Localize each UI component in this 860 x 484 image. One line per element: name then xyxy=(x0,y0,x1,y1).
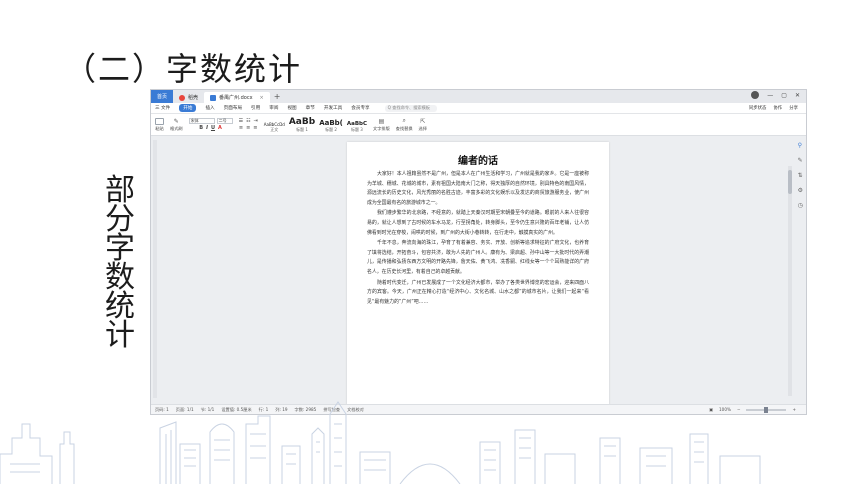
document-workspace: 编者的话 大家好！本人祖籍虽然不是广州，但是本人在广州生活和学习，广州就是我的家… xyxy=(151,136,806,405)
indent-icon[interactable]: ⇥ xyxy=(254,118,258,124)
word-doc-icon xyxy=(210,94,217,101)
text-layout-icon: ▤ xyxy=(378,117,385,125)
menu-member[interactable]: 会员专享 xyxy=(351,105,369,111)
menu-bar: 三 文件 开始 插入 页面布局 引用 审阅 视图 章节 开发工具 会员专享 Q … xyxy=(151,103,806,114)
city-skyline-decoration xyxy=(0,401,761,484)
document-title: 编者的话 xyxy=(458,156,498,167)
find-replace-button[interactable]: ⌕ 查找替换 xyxy=(396,117,413,132)
paragraph: 千年不息，奔流向海的珠江，孕育了有着兼容、务实、开放、创新等追求特征的广府文化，… xyxy=(367,240,589,275)
vertical-char: 分 xyxy=(105,202,135,237)
scroll-thumb[interactable] xyxy=(788,170,792,194)
font-color-icon[interactable]: A xyxy=(218,125,222,131)
close-icon[interactable]: × xyxy=(260,95,264,101)
avatar[interactable] xyxy=(751,91,760,99)
close-window-icon[interactable]: ✕ xyxy=(795,92,800,99)
menu-section[interactable]: 章节 xyxy=(306,105,315,111)
menu-review[interactable]: 审阅 xyxy=(269,105,278,111)
settings-icon[interactable]: ⚙ xyxy=(798,187,803,194)
paragraph: 随着时代变迁，广州已发展成了一个文化经济大都市，举办了各类世界博览的宏运会，迎来… xyxy=(367,279,589,305)
tab-home[interactable]: 首页 xyxy=(151,90,173,103)
vertical-char: 数 xyxy=(105,260,135,295)
docer-icon xyxy=(179,94,185,101)
vertical-char: 字 xyxy=(105,231,135,266)
menu-view[interactable]: 视图 xyxy=(287,105,296,111)
share-button[interactable]: 分享 xyxy=(789,105,798,111)
styles-gallery: AaBbCcDd 正文 AaBb 标题 1 AaBb( 标题 2 AaBbC 标… xyxy=(264,117,367,133)
tab-docer[interactable]: 稻壳 xyxy=(173,92,204,103)
location-icon[interactable]: ⚲ xyxy=(798,142,803,149)
command-search-input[interactable]: Q 查找命令、搜索模板 xyxy=(384,104,437,112)
paste-label: 粘贴 xyxy=(155,125,164,131)
tab-label: 稻壳 xyxy=(188,95,199,101)
menu-file[interactable]: 三 文件 xyxy=(155,105,170,111)
menu-developer[interactable]: 开发工具 xyxy=(324,105,342,111)
font-size-select[interactable]: 二号 xyxy=(216,118,233,124)
numbered-list-icon[interactable]: ☷ xyxy=(246,118,250,124)
vertical-ruler xyxy=(153,140,157,398)
search-icon: ⌕ xyxy=(402,117,406,124)
paragraph-group: ☰ ☷ ⇥ ≡ ≡ ≡ xyxy=(239,118,258,131)
align-center-icon[interactable]: ≡ xyxy=(246,125,250,131)
style-heading-2[interactable]: AaBb( 标题 2 xyxy=(319,119,343,133)
bullet-list-icon[interactable]: ☰ xyxy=(239,118,243,124)
cursor-icon: ⇱ xyxy=(420,117,426,125)
vertical-char: 计 xyxy=(105,318,135,353)
collaborate-button[interactable]: 协作 xyxy=(773,105,782,111)
menu-references[interactable]: 引用 xyxy=(251,105,260,111)
ribbon-toolbar: 粘贴 ✎ 格式刷 宋体 二号 B I U A ☰ ☷ ⇥ ≡ ≡ ≡ AaBbC… xyxy=(151,114,806,136)
paragraph: 我们遵步繁华的北京路，不经意的，就踏上天秦汉时期至宋朝叠至今的道路。眼前的人来人… xyxy=(367,210,589,236)
font-group: 宋体 二号 B I U A xyxy=(188,118,233,131)
text-tools-label: 文字排版 xyxy=(373,125,390,131)
menu-right: 同步状态 协作 分享 xyxy=(749,105,798,111)
italic-icon[interactable]: I xyxy=(206,125,208,131)
adjust-icon[interactable]: ⇅ xyxy=(798,172,803,179)
tab-label: 番禺广州.docx xyxy=(219,95,253,101)
menu-insert[interactable]: 插入 xyxy=(205,105,214,111)
clock-icon[interactable]: ◷ xyxy=(798,202,803,209)
vertical-char: 统 xyxy=(105,289,135,324)
select-label: 选择 xyxy=(418,125,427,131)
format-painter-button[interactable]: ✎ 格式刷 xyxy=(170,118,183,132)
style-normal[interactable]: AaBbCcDd 正文 xyxy=(264,122,285,133)
underline-icon[interactable]: U xyxy=(211,125,215,131)
menu-home[interactable]: 开始 xyxy=(179,104,197,112)
vertical-char: 部 xyxy=(105,173,135,208)
sync-status-button[interactable]: 同步状态 xyxy=(749,105,767,111)
bold-icon[interactable]: B xyxy=(199,125,203,131)
clipboard-icon xyxy=(155,117,164,125)
find-replace-label: 查找替换 xyxy=(395,126,413,131)
style-heading-1[interactable]: AaBb 标题 1 xyxy=(289,117,315,133)
vertical-scrollbar[interactable] xyxy=(788,166,792,396)
window-controls: — ▢ ✕ xyxy=(751,91,800,99)
document-page[interactable]: 编者的话 大家好！本人祖籍虽然不是广州，但是本人在广州生活和学习，广州就是我的家… xyxy=(347,142,609,405)
paragraph: 大家好！本人祖籍虽然不是广州，但是本人在广州生活和学习，广州就是我的家乡。它是一… xyxy=(367,171,589,206)
vertical-label: 部 分 字 数 统 计 xyxy=(102,173,138,353)
align-left-icon[interactable]: ≡ xyxy=(239,125,243,131)
slide-title: （二）字数统计 xyxy=(64,50,303,88)
minimize-icon[interactable]: — xyxy=(767,92,773,99)
maximize-icon[interactable]: ▢ xyxy=(781,92,787,99)
text-tools-button[interactable]: ▤ 文字排版 xyxy=(373,118,390,132)
format-painter-label: 格式刷 xyxy=(170,125,183,131)
font-name-select[interactable]: 宋体 xyxy=(188,118,215,124)
style-heading-3[interactable]: AaBbC 标题 3 xyxy=(347,121,367,133)
tab-bar: 首页 稻壳 番禺广州.docx × + — ▢ ✕ xyxy=(151,90,806,103)
brush-icon: ✎ xyxy=(173,117,179,125)
menu-page-layout[interactable]: 页面布局 xyxy=(224,105,242,111)
side-toolbar: ⚲ ✎ ⇅ ⚙ ◷ xyxy=(798,142,803,209)
embedded-word-window: 首页 稻壳 番禺广州.docx × + — ▢ ✕ 三 文件 开始 插入 页面布… xyxy=(150,89,807,415)
edit-icon[interactable]: ✎ xyxy=(798,157,803,164)
add-tab-icon[interactable]: + xyxy=(274,92,281,101)
align-right-icon[interactable]: ≡ xyxy=(253,125,257,131)
select-button[interactable]: ⇱ 选择 xyxy=(419,118,427,132)
tab-document[interactable]: 番禺广州.docx × xyxy=(204,92,270,103)
paste-button[interactable]: 粘贴 xyxy=(155,117,164,132)
